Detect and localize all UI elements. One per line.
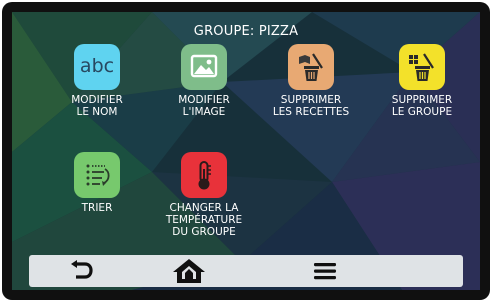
delete-recipes-tile[interactable]: SUPPRIMER LES RECETTES [256, 44, 366, 118]
change-temperature-tile[interactable]: CHANGER LA TEMPÉRATURE DU GROUPE [149, 152, 259, 238]
screen: GROUPE: PIZZA abc MODIFIER LE NOM MODIFI… [12, 12, 480, 290]
tile-label: CHANGER LA TEMPÉRATURE DU GROUPE [165, 202, 243, 238]
abc-glyph: abc [79, 55, 115, 77]
back-button[interactable] [61, 257, 101, 285]
tile-label: MODIFIER L'IMAGE [178, 94, 230, 118]
tile-label: TRIER [81, 202, 113, 214]
sort-list-icon [74, 152, 120, 198]
sort-tile[interactable]: TRIER [42, 152, 152, 214]
trash-group-icon [399, 44, 445, 90]
home-button[interactable] [169, 257, 209, 285]
text-abc-icon: abc [74, 44, 120, 90]
device-frame: GROUPE: PIZZA abc MODIFIER LE NOM MODIFI… [2, 2, 490, 300]
menu-icon [314, 263, 336, 280]
image-icon [181, 44, 227, 90]
tile-label: SUPPRIMER LES RECETTES [272, 94, 350, 118]
change-image-tile[interactable]: MODIFIER L'IMAGE [149, 44, 259, 118]
thermometer-icon [181, 152, 227, 198]
delete-group-tile[interactable]: SUPPRIMER LE GROUPE [367, 44, 477, 118]
bottom-nav-bar [29, 255, 463, 287]
rename-tile[interactable]: abc MODIFIER LE NOM [42, 44, 152, 118]
trash-recipes-icon [288, 44, 334, 90]
tile-label: SUPPRIMER LE GROUPE [391, 94, 453, 118]
tile-label: MODIFIER LE NOM [71, 94, 123, 118]
menu-button[interactable] [305, 257, 345, 285]
home-icon [173, 259, 205, 283]
back-icon [71, 260, 93, 279]
page-title: GROUPE: PIZZA [193, 24, 299, 39]
